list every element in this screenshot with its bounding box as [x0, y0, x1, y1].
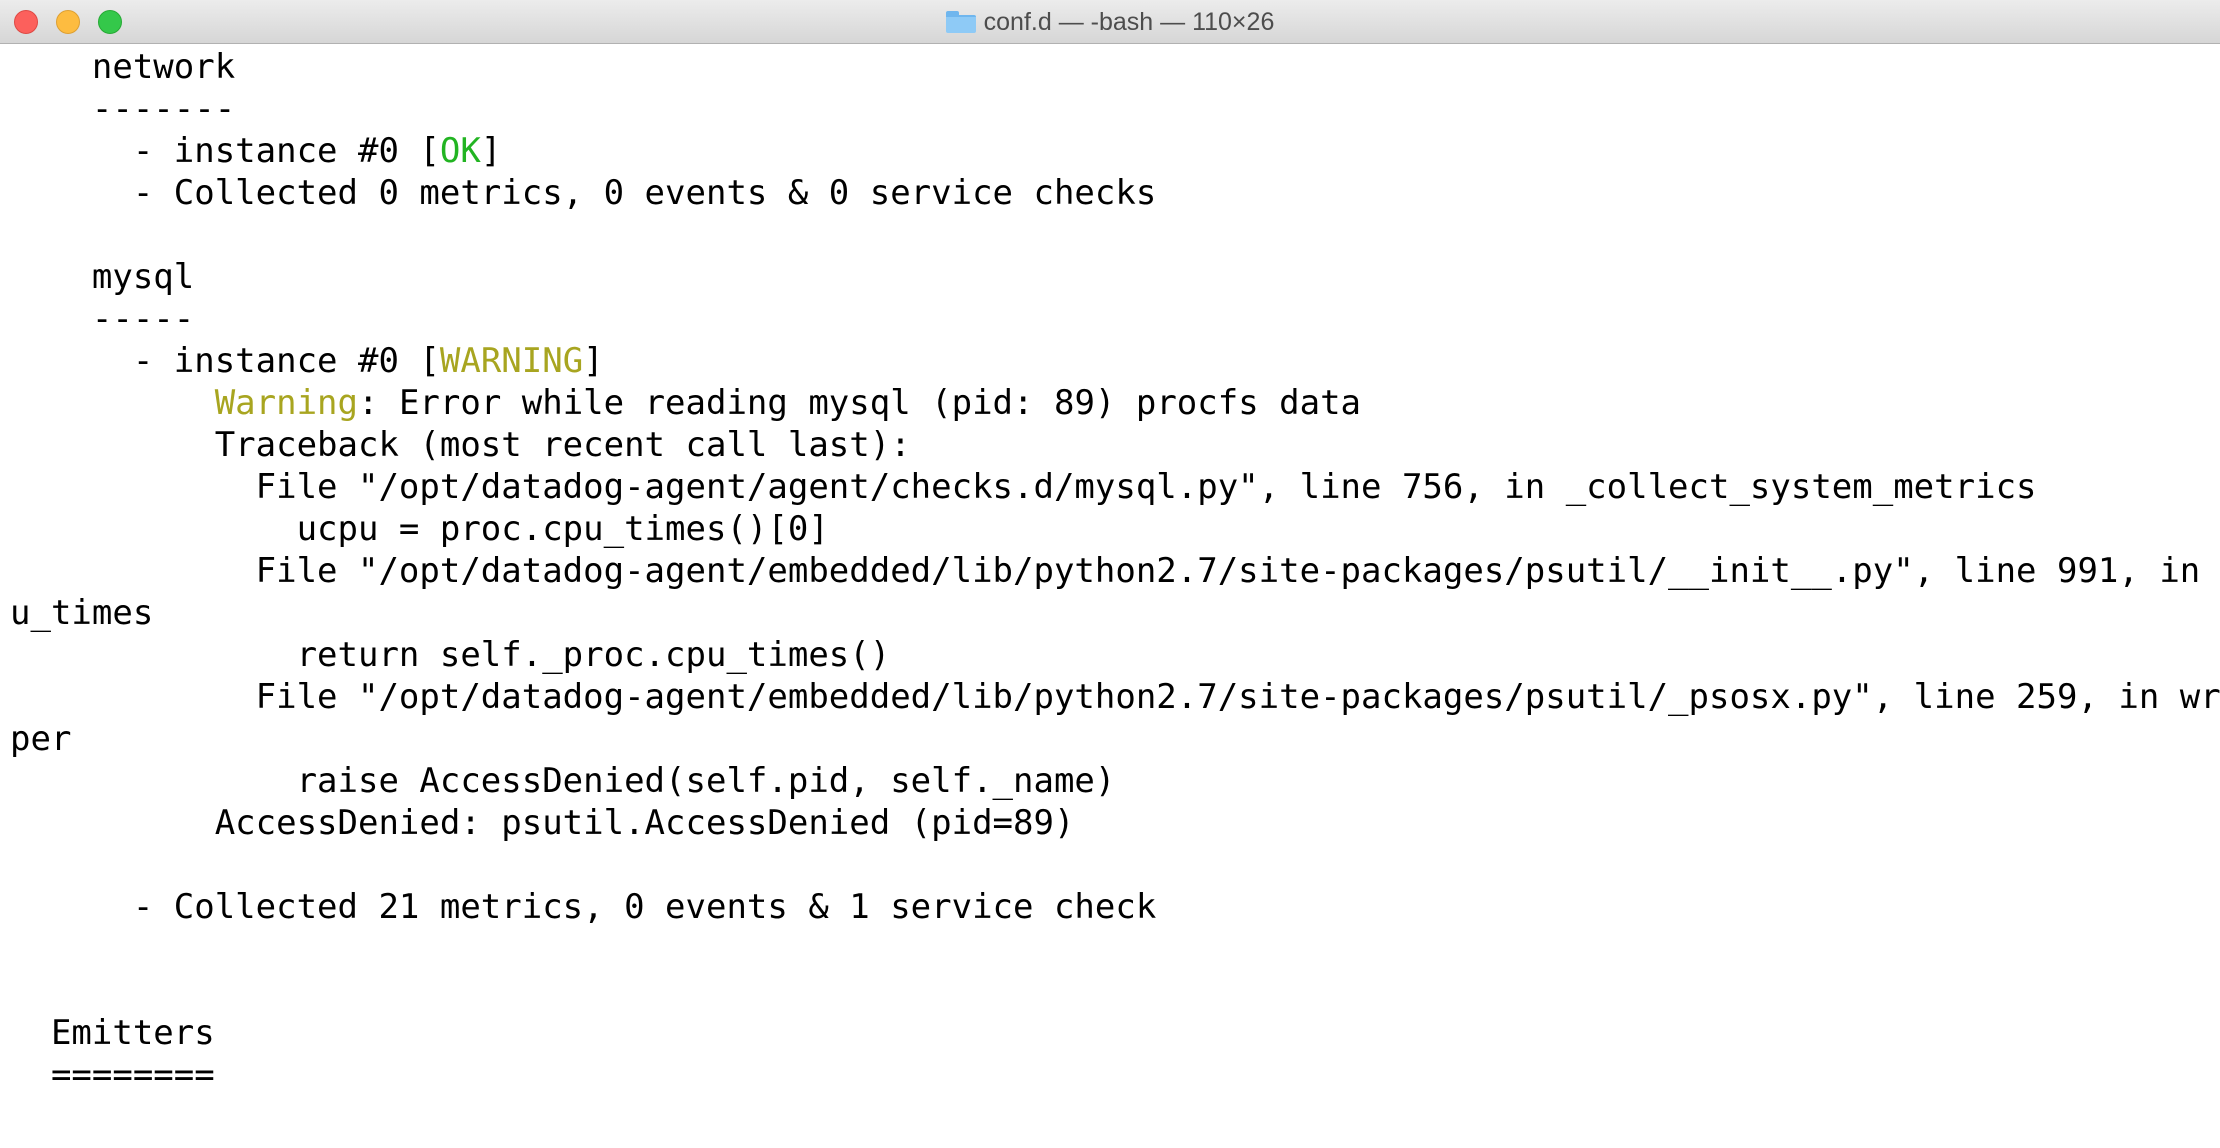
terminal-line-text: - instance #0 [ [10, 341, 440, 381]
terminal-output[interactable]: network ------- - instance #0 [OK] - Col… [10, 46, 2220, 1096]
terminal-line-text: Traceback (most recent call last): [10, 425, 911, 465]
terminal-line: per [10, 718, 2220, 760]
terminal-line: network [10, 46, 2220, 88]
terminal-line-text: mysql [10, 257, 195, 297]
terminal-line: Warning: Error while reading mysql (pid:… [10, 382, 2220, 424]
terminal-line-text: : Error while reading mysql (pid: 89) pr… [358, 383, 1362, 423]
terminal-line: File "/opt/datadog-agent/embedded/lib/py… [10, 676, 2220, 718]
terminal-line-text: - Collected 21 metrics, 0 events & 1 ser… [10, 887, 1157, 927]
terminal-line-text: Emitters [10, 1013, 215, 1053]
terminal-line: ucpu = proc.cpu_times()[0] [10, 508, 2220, 550]
terminal-line: raise AccessDenied(self.pid, self._name) [10, 760, 2220, 802]
terminal-line-text: ] [583, 341, 604, 381]
terminal-line-text: ----- [10, 299, 195, 339]
terminal-line-text: - Collected 0 metrics, 0 events & 0 serv… [10, 173, 1157, 213]
terminal-line-text [10, 383, 215, 423]
terminal-line-text: ] [480, 131, 502, 171]
terminal-line: File "/opt/datadog-agent/agent/checks.d/… [10, 466, 2220, 508]
terminal-line-text: AccessDenied: psutil.AccessDenied (pid=8… [10, 803, 1075, 843]
status-ok-text: OK [439, 131, 481, 171]
window-title: conf.d — -bash — 110×26 [0, 0, 2220, 44]
terminal-line-text: network [10, 47, 236, 87]
window-title-text: conf.d — -bash — 110×26 [983, 7, 1275, 36]
terminal-line-text: u_times [10, 593, 154, 633]
terminal-line: File "/opt/datadog-agent/embedded/lib/py… [10, 550, 2220, 592]
terminal-line: ------- [10, 88, 2220, 130]
terminal-line-text: File "/opt/datadog-agent/embedded/lib/py… [10, 677, 2220, 717]
terminal-line: Traceback (most recent call last): [10, 424, 2220, 466]
terminal-line: - instance #0 [OK] [10, 130, 2220, 172]
title-bar[interactable]: conf.d — -bash — 110×26 [0, 0, 2220, 44]
terminal-line: Emitters [10, 1012, 2220, 1054]
terminal-line-text: File "/opt/datadog-agent/embedded/lib/py… [10, 551, 2220, 591]
terminal-line-text: File "/opt/datadog-agent/agent/checks.d/… [10, 467, 2037, 507]
warning-text: Warning [214, 383, 358, 423]
terminal-line: mysql [10, 256, 2220, 298]
folder-icon [945, 11, 976, 33]
terminal-line-text: - instance #0 [ [10, 131, 440, 171]
terminal-line-text: ======== [10, 1055, 215, 1095]
terminal-line-text: return self._proc.cpu_times() [10, 635, 891, 675]
terminal-line-text: ucpu = proc.cpu_times()[0] [10, 509, 829, 549]
warning-text: WARNING [439, 341, 584, 381]
terminal-line: - Collected 21 metrics, 0 events & 1 ser… [10, 886, 2220, 928]
terminal-line: AccessDenied: psutil.AccessDenied (pid=8… [10, 802, 2220, 844]
terminal-line: ======== [10, 1054, 2220, 1096]
terminal-line: return self._proc.cpu_times() [10, 634, 2220, 676]
terminal-line: - Collected 0 metrics, 0 events & 0 serv… [10, 172, 2220, 214]
terminal-line: ----- [10, 298, 2220, 340]
terminal-line-text: ------- [10, 89, 236, 129]
terminal-line-text: per [10, 719, 72, 759]
terminal-line: - instance #0 [WARNING] [10, 340, 2220, 382]
terminal-line: u_times [10, 592, 2220, 634]
terminal-window: conf.d — -bash — 110×26 network ------- … [0, 0, 2220, 1148]
terminal-line-text: raise AccessDenied(self.pid, self._name) [10, 761, 1116, 801]
